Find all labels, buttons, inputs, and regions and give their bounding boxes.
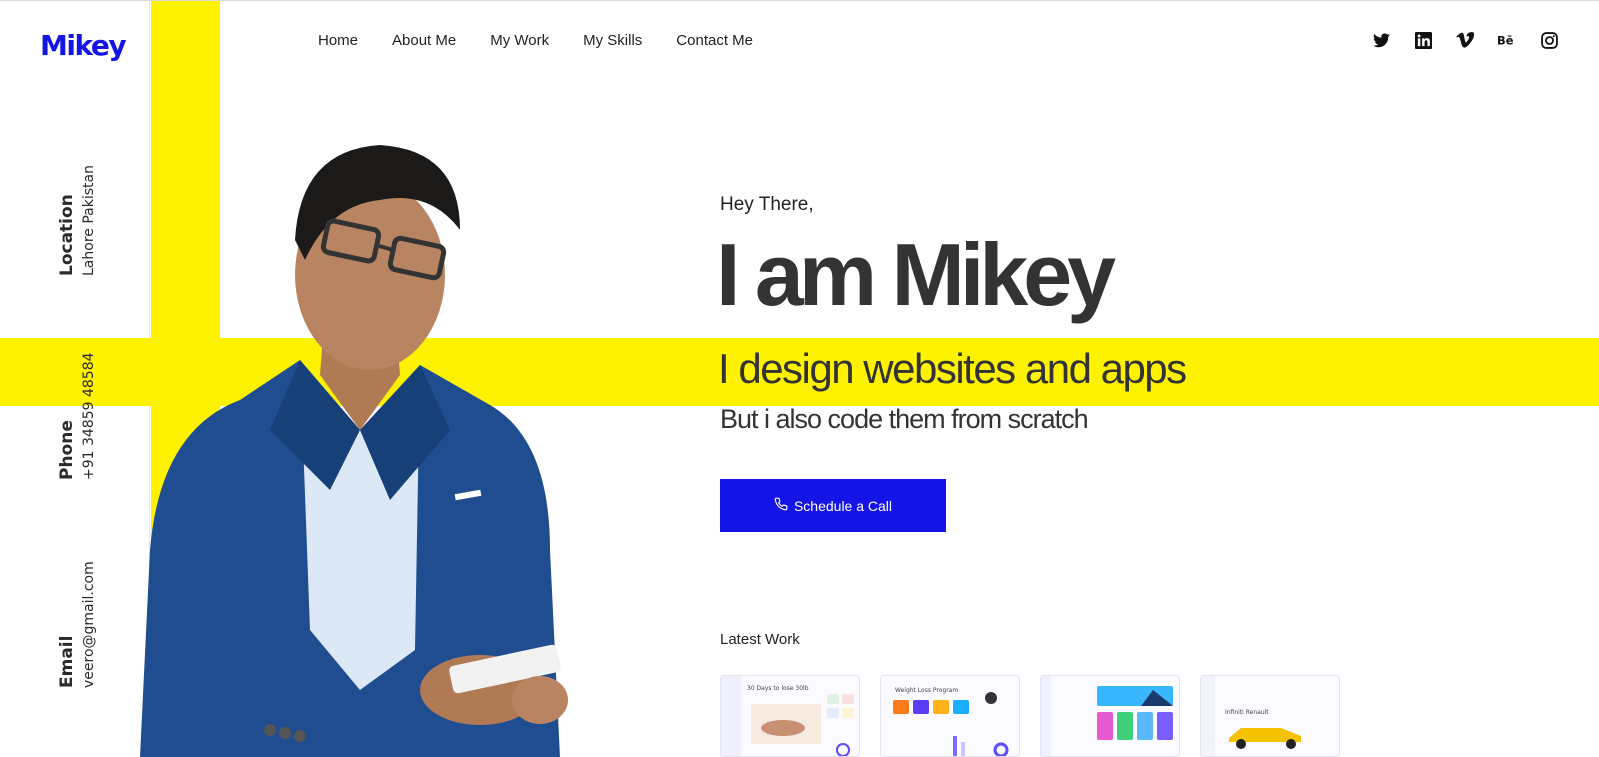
main-nav: Home About Me My Work My Skills Contact … [318,32,753,49]
work-thumbnail[interactable]: Infiniti Renault [1200,675,1340,757]
phone-label: Phone [57,420,77,480]
latest-work-label: Latest Work [720,631,800,648]
email-value[interactable]: veero@gmail.com [79,561,99,688]
vimeo-icon[interactable] [1455,30,1475,50]
location-label: Location [57,194,77,276]
phone-icon [774,497,788,514]
schedule-call-label: Schedule a Call [793,497,893,514]
location-value: Lahore Pakistan [81,165,97,276]
phone-value[interactable]: +91 34859 48584 [79,352,99,480]
hero-greeting: Hey There, [720,194,814,215]
top-border [0,0,1599,1]
nav-contact-me[interactable]: Contact Me [676,32,753,49]
schedule-call-button[interactable]: Schedule a Call [720,479,946,532]
email-label: Email [57,635,77,688]
social-links: Bē [1371,30,1559,50]
twitter-icon[interactable] [1371,30,1391,50]
work-thumbnail[interactable]: Weight Loss Program [880,675,1020,757]
svg-text:Bē: Bē [1497,33,1514,47]
behance-icon[interactable]: Bē [1497,30,1517,50]
instagram-icon[interactable] [1539,30,1559,50]
location-info: Location Lahore Pakistan [55,165,99,276]
logo[interactable]: Mikey [40,29,127,62]
latest-work-thumbnails: 30 Days to lose 30lb Weight Loss Program [720,675,1340,757]
hero-name: I am Mikey [716,225,1116,324]
work-thumbnail-title: Infiniti Renault [1225,709,1269,716]
hero-subtagline: But i also code them from scratch [720,404,1089,434]
nav-my-skills[interactable]: My Skills [583,32,642,49]
linkedin-icon[interactable] [1413,30,1433,50]
nav-about-me[interactable]: About Me [392,32,456,49]
work-thumbnail-title: Weight Loss Program [895,687,958,694]
work-thumbnail[interactable]: 30 Days to lose 30lb [720,675,860,757]
phone-info: Phone +91 34859 48584 [55,352,99,480]
nav-my-work[interactable]: My Work [490,32,549,49]
work-thumbnail[interactable] [1040,675,1180,757]
nav-home[interactable]: Home [318,32,358,49]
hero-tagline: I design websites and apps [718,345,1187,392]
profile-photo [130,130,590,757]
email-info: Email veero@gmail.com [55,561,99,688]
work-thumbnail-title: 30 Days to lose 30lb [747,685,809,692]
